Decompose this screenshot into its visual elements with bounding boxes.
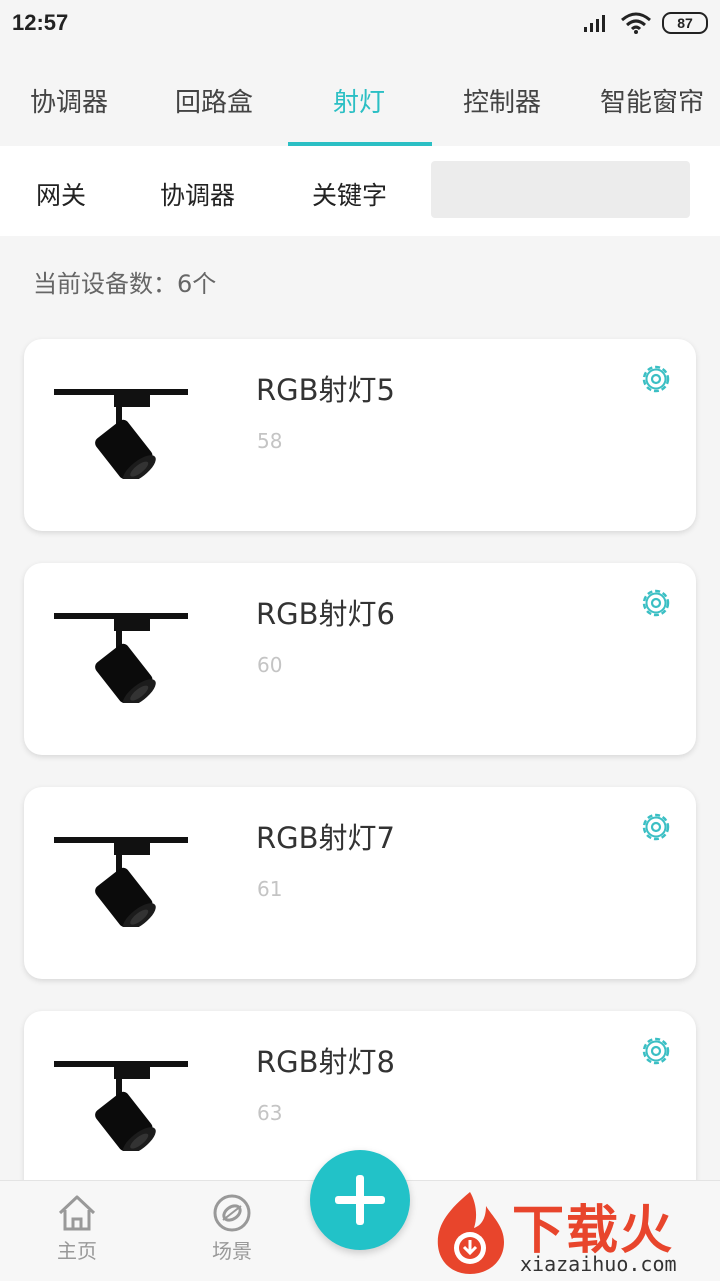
tab-loop-box[interactable]: 回路盒 bbox=[175, 82, 253, 119]
gear-icon[interactable] bbox=[638, 585, 674, 621]
status-time: 12:57 bbox=[12, 10, 69, 35]
device-id: 63 bbox=[257, 1101, 283, 1125]
wifi-icon bbox=[621, 12, 651, 34]
keyword-search-input[interactable] bbox=[431, 161, 690, 218]
device-name: RGB射灯7 bbox=[256, 821, 395, 855]
spotlight-image bbox=[54, 1061, 188, 1151]
device-name: RGB射灯5 bbox=[256, 373, 395, 407]
gear-icon[interactable] bbox=[638, 809, 674, 845]
spotlight-image bbox=[54, 837, 188, 927]
spotlight-image bbox=[54, 613, 188, 703]
watermark-url: xiazaihuo.com bbox=[520, 1252, 677, 1276]
status-icons: 87 bbox=[582, 12, 708, 34]
gear-icon[interactable] bbox=[638, 361, 674, 397]
nav-scene[interactable]: 场景 bbox=[192, 1193, 272, 1264]
battery-indicator: 87 bbox=[662, 12, 708, 34]
tab-coordinator[interactable]: 协调器 bbox=[30, 82, 108, 119]
device-name: RGB射灯8 bbox=[256, 1045, 395, 1079]
tab-controller[interactable]: 控制器 bbox=[463, 82, 541, 119]
device-id: 61 bbox=[257, 877, 283, 901]
filter-keyword[interactable]: 关键字 bbox=[312, 176, 387, 212]
nav-home-label: 主页 bbox=[57, 1239, 97, 1263]
nav-home[interactable]: 主页 bbox=[37, 1193, 117, 1264]
category-tabs: 协调器 回路盒 射灯 控制器 智能窗帘 bbox=[0, 56, 720, 146]
gear-icon[interactable] bbox=[638, 1033, 674, 1069]
battery-level: 87 bbox=[677, 15, 693, 31]
device-card[interactable]: RGB射灯5 58 bbox=[24, 339, 696, 531]
nav-scene-label: 场景 bbox=[212, 1239, 252, 1263]
filter-gateway[interactable]: 网关 bbox=[36, 176, 86, 212]
device-count: 当前设备数：6个 bbox=[33, 270, 217, 298]
spotlight-image bbox=[54, 389, 188, 479]
device-card[interactable]: RGB射灯7 61 bbox=[24, 787, 696, 979]
add-device-button[interactable] bbox=[310, 1150, 410, 1250]
status-bar: 12:57 87 bbox=[0, 0, 720, 56]
home-icon bbox=[58, 1195, 96, 1231]
signal-icon bbox=[584, 15, 605, 32]
device-id: 60 bbox=[257, 653, 283, 677]
tab-spotlight[interactable]: 射灯 bbox=[333, 82, 385, 119]
device-id: 58 bbox=[257, 429, 283, 453]
device-name: RGB射灯6 bbox=[256, 597, 395, 631]
filter-coordinator[interactable]: 协调器 bbox=[160, 176, 235, 212]
device-card[interactable]: RGB射灯6 60 bbox=[24, 563, 696, 755]
tab-smart-curtain[interactable]: 智能窗帘 bbox=[600, 82, 704, 119]
watermark: 下载火 xiazaihuo.com bbox=[428, 1186, 720, 1280]
scene-icon bbox=[213, 1194, 251, 1232]
flame-logo-icon bbox=[437, 1192, 504, 1274]
filter-bar: 网关 协调器 关键字 bbox=[0, 146, 720, 236]
